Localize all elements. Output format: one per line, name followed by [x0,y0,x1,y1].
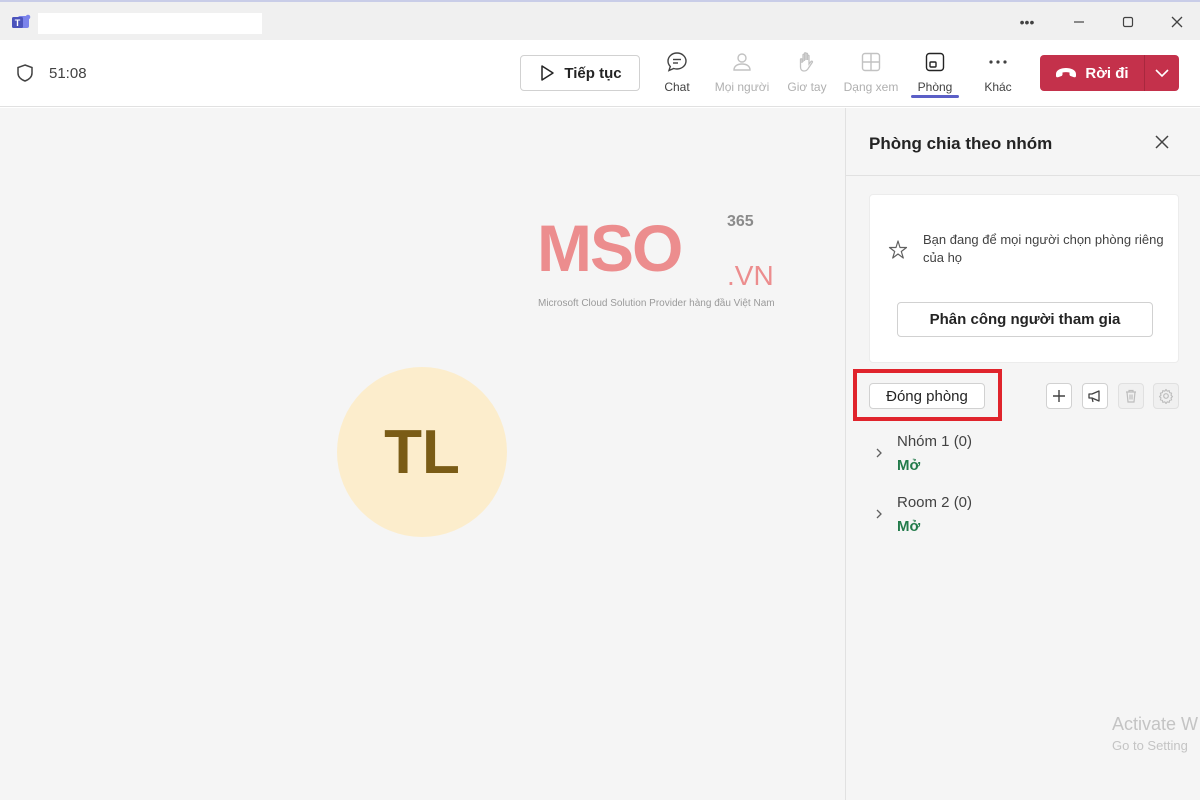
tool-more[interactable]: Khác [966,50,1030,100]
chat-icon [667,52,687,72]
tool-people-label: Mọi người [714,80,770,94]
tool-chat[interactable]: Chat [645,50,709,100]
meeting-timer: 51:08 [49,65,87,82]
leave-button[interactable]: Rời đi [1040,55,1144,91]
title-bar: T ••• [0,0,1200,40]
leave-button-group: Rời đi [1040,55,1179,91]
meeting-stage: TL [0,108,845,800]
panel-header: Phòng chia theo nhóm [846,108,1200,176]
tool-rooms-label: Phòng [917,80,953,94]
sparkle-icon [888,240,908,259]
maximize-icon[interactable] [1117,11,1139,33]
teams-logo-icon: T [12,14,31,28]
participant-avatar: TL [337,367,507,537]
svg-text:T: T [15,18,21,28]
chevron-right-icon[interactable] [873,508,885,520]
titlebar-more-icon[interactable]: ••• [1016,11,1038,33]
delete-room-button[interactable] [1118,383,1144,409]
room-name: Nhóm 1 (0) [897,433,973,450]
watermark-tagline: Microsoft Cloud Solution Provider hàng đ… [538,298,775,309]
panel-close-icon[interactable] [1152,132,1172,152]
raise-hand-icon [799,52,814,72]
megaphone-icon [1088,390,1100,403]
shield-icon [17,64,33,82]
panel-title: Phòng chia theo nhóm [869,134,1053,153]
tool-rooms[interactable]: Phòng [903,50,967,100]
leave-label: Rời đi [1085,64,1129,82]
trash-icon [1126,389,1136,403]
active-tab-indicator [911,95,959,98]
close-icon[interactable] [1166,11,1188,33]
activate-windows-sub: Go to Setting [1112,738,1188,753]
tool-chat-label: Chat [664,80,690,94]
info-card: Bạn đang để mọi người chọn phòng riêng c… [869,194,1179,363]
info-text: Bạn đang để mọi người chọn phòng riêng c… [923,232,1164,265]
room-item[interactable]: Nhóm 1 (0) Mở [873,433,1173,483]
gear-icon [1158,388,1174,404]
watermark-logo: MSO 365 .VN Microsoft Cloud Solution Pro… [537,211,787,315]
tool-view-label: Dạng xem [843,80,899,94]
activate-windows-title: Activate W [1112,714,1199,734]
close-rooms-button[interactable]: Đóng phòng [869,383,985,409]
breakout-rooms-panel: Phòng chia theo nhóm Bạn đang để mọi ngư… [845,108,1200,800]
chevron-right-icon[interactable] [873,447,885,459]
plus-icon [1053,390,1065,402]
tool-view[interactable]: Dạng xem [839,50,903,100]
announcement-button[interactable] [1082,383,1108,409]
view-icon [861,52,881,72]
room-status: Mở [897,518,921,535]
watermark-365: 365 [727,213,754,230]
more-icon [989,60,1007,64]
add-room-button[interactable] [1046,383,1072,409]
room-settings-button[interactable] [1153,383,1179,409]
rooms-icon [925,52,945,72]
tool-raise-hand[interactable]: Giơ tay [775,50,839,100]
resume-label: Tiếp tục [564,64,622,82]
watermark-brand: MSO [537,211,683,285]
leave-dropdown[interactable] [1145,55,1179,91]
tool-people[interactable]: Mọi người [710,50,774,100]
tool-more-label: Khác [984,80,1012,94]
watermark-vn: .VN [727,260,774,291]
hang-up-icon [1056,68,1077,78]
minimize-icon[interactable] [1068,11,1090,33]
meeting-toolbar: 51:08 Tiếp tục Chat Mọi người Giơ tay Dạ… [0,40,1200,107]
play-icon [541,65,555,81]
chevron-down-icon [1155,69,1169,78]
people-icon [733,53,751,71]
resume-button[interactable]: Tiếp tục [520,55,640,91]
tool-raise-hand-label: Giơ tay [787,80,827,94]
assign-participants-button[interactable]: Phân công người tham gia [897,302,1153,337]
room-item[interactable]: Room 2 (0) Mở [873,494,1173,544]
room-name: Room 2 (0) [897,494,973,511]
window-title-field [38,13,262,34]
room-status: Mở [897,457,921,474]
